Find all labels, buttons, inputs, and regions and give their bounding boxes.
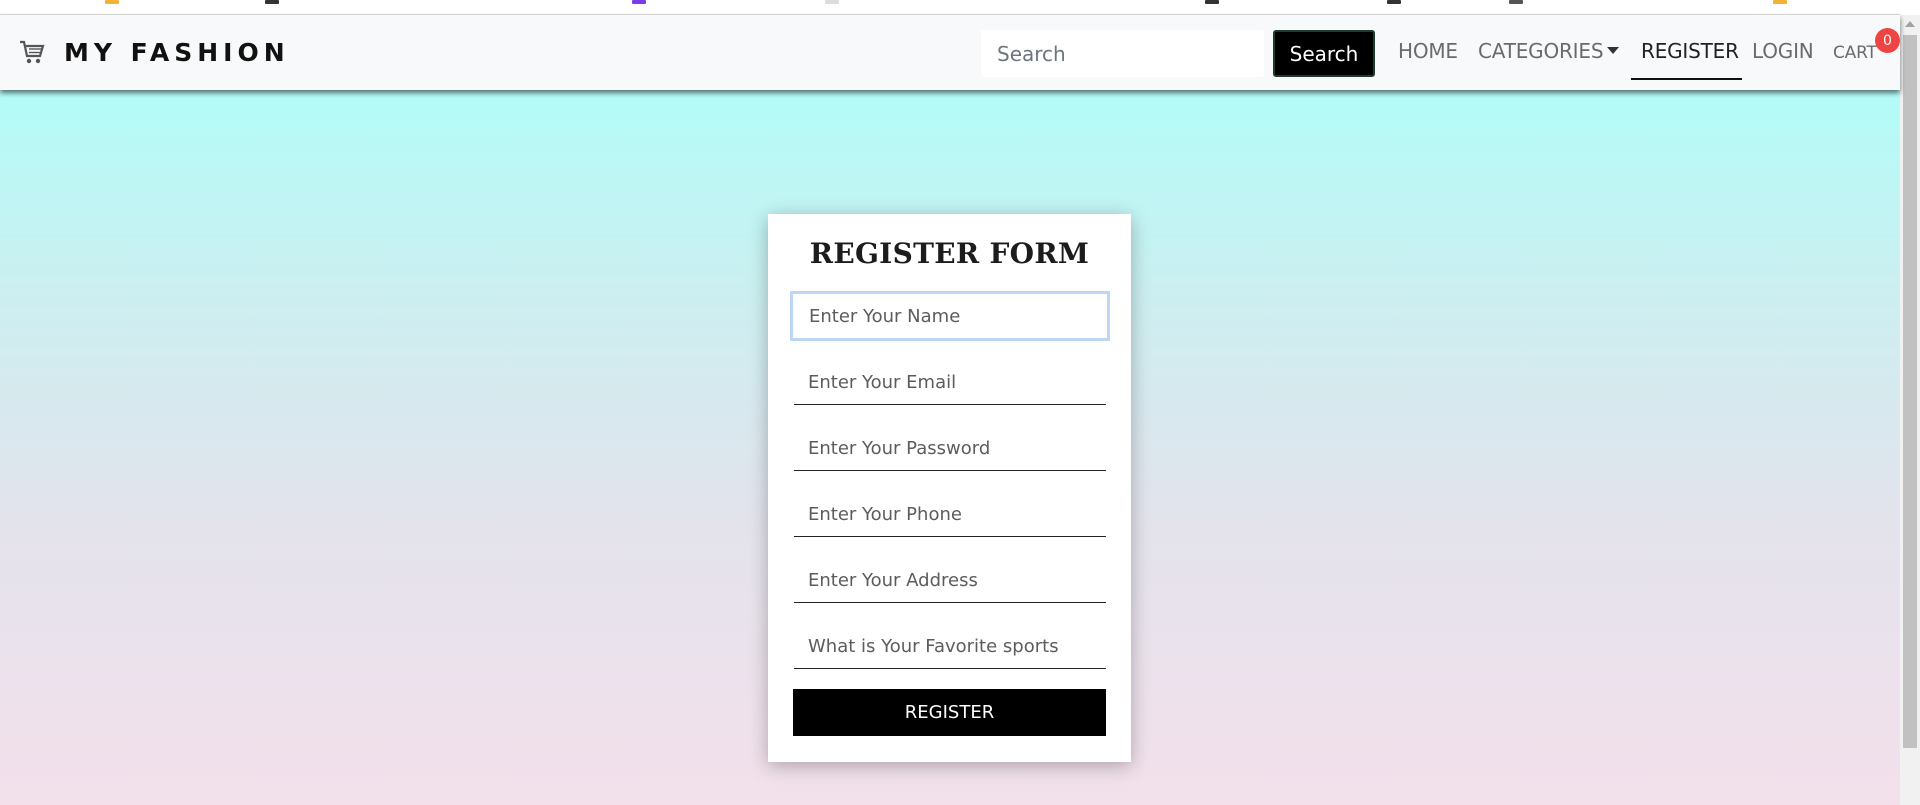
bookmark-icon[interactable] [1205, 0, 1219, 4]
scrollbar-thumb[interactable] [1903, 35, 1917, 748]
caret-down-icon [1607, 47, 1620, 54]
email-input[interactable] [794, 360, 1106, 405]
nav-home-link[interactable]: HOME [1398, 39, 1458, 67]
scroll-up-arrow-icon[interactable] [1905, 21, 1915, 27]
active-nav-indicator [1631, 78, 1742, 80]
browser-bookmark-strip [0, 0, 1900, 15]
nav-register-link[interactable]: REGISTER [1641, 39, 1739, 67]
navbar: MY FASHION Search HOME CATEGORIES REGIST… [0, 15, 1900, 90]
form-title: REGISTER FORM [809, 237, 1090, 270]
phone-input[interactable] [794, 492, 1106, 537]
nav-categories-label: CATEGORIES [1478, 39, 1604, 63]
register-submit-button[interactable]: REGISTER [793, 689, 1106, 736]
name-input[interactable] [790, 291, 1110, 341]
address-input[interactable] [794, 558, 1106, 603]
bookmark-icon[interactable] [825, 0, 839, 4]
bookmark-icon[interactable] [1773, 0, 1787, 4]
bookmark-icon[interactable] [105, 0, 119, 4]
cart-icon [20, 40, 45, 64]
favorite-sports-input[interactable] [794, 624, 1106, 669]
brand-name: MY FASHION [64, 37, 290, 67]
password-input[interactable] [794, 426, 1106, 471]
brand-link[interactable]: MY FASHION [18, 37, 290, 67]
nav-categories-dropdown[interactable]: CATEGORIES [1478, 39, 1620, 67]
register-form: REGISTER FORM REGISTER [768, 214, 1131, 762]
bookmark-icon[interactable] [265, 0, 279, 4]
bookmark-icon[interactable] [1509, 0, 1523, 4]
nav-login-link[interactable]: LOGIN [1752, 39, 1814, 67]
bookmark-icon[interactable] [1387, 0, 1401, 4]
cart-count-badge: 0 [1875, 28, 1900, 53]
nav-cart-link[interactable]: CART [1833, 43, 1877, 71]
search-input[interactable] [981, 30, 1264, 77]
vertical-scrollbar[interactable] [1900, 15, 1920, 805]
search-button[interactable]: Search [1273, 30, 1375, 77]
bookmark-icon[interactable] [632, 0, 646, 4]
